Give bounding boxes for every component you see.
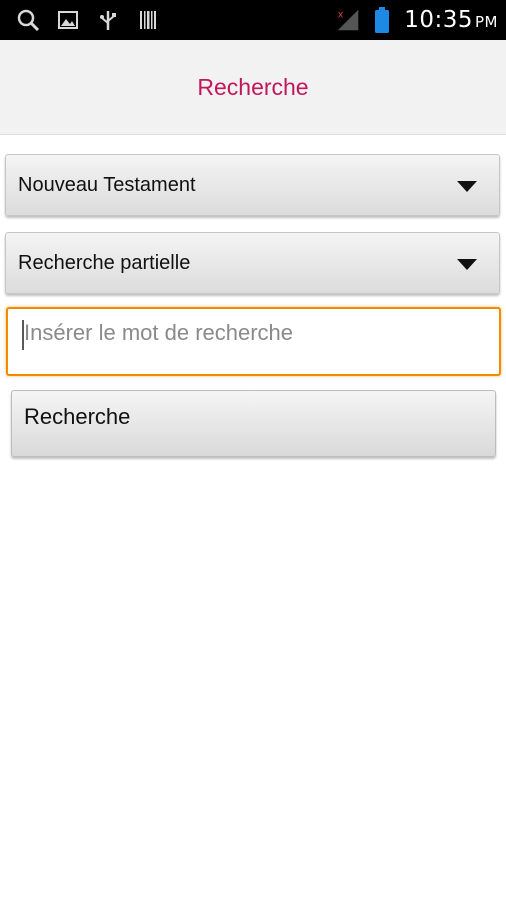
signal-icon: x [336,8,360,32]
page-title: Recherche [197,73,309,100]
search-mode-select-value: Recherche partielle [18,251,191,274]
search-icon [16,8,40,32]
svg-text:x: x [338,9,344,20]
search-button-label: Recherche [24,403,131,429]
usb-icon [96,8,120,32]
dropdown-arrow-icon [457,181,477,192]
testament-select-value: Nouveau Testament [18,173,196,196]
search-mode-select[interactable]: Recherche partielle [5,232,500,294]
dropdown-arrow-icon [457,259,477,270]
status-bar: x 10:35 PM [0,0,506,40]
clock-ampm: PM [475,13,498,31]
status-clock: 10:35 PM [404,7,498,33]
image-icon [56,8,80,32]
title-bar: Recherche [0,40,506,135]
search-button[interactable]: Recherche [11,390,496,457]
text-cursor [22,320,24,350]
testament-select[interactable]: Nouveau Testament [5,154,500,216]
clock-time: 10:35 [404,7,473,33]
search-input[interactable] [6,307,501,376]
battery-icon [370,7,394,33]
barcode-icon [136,8,160,32]
status-bar-notifications [16,0,160,40]
status-bar-system: x 10:35 PM [336,0,498,40]
